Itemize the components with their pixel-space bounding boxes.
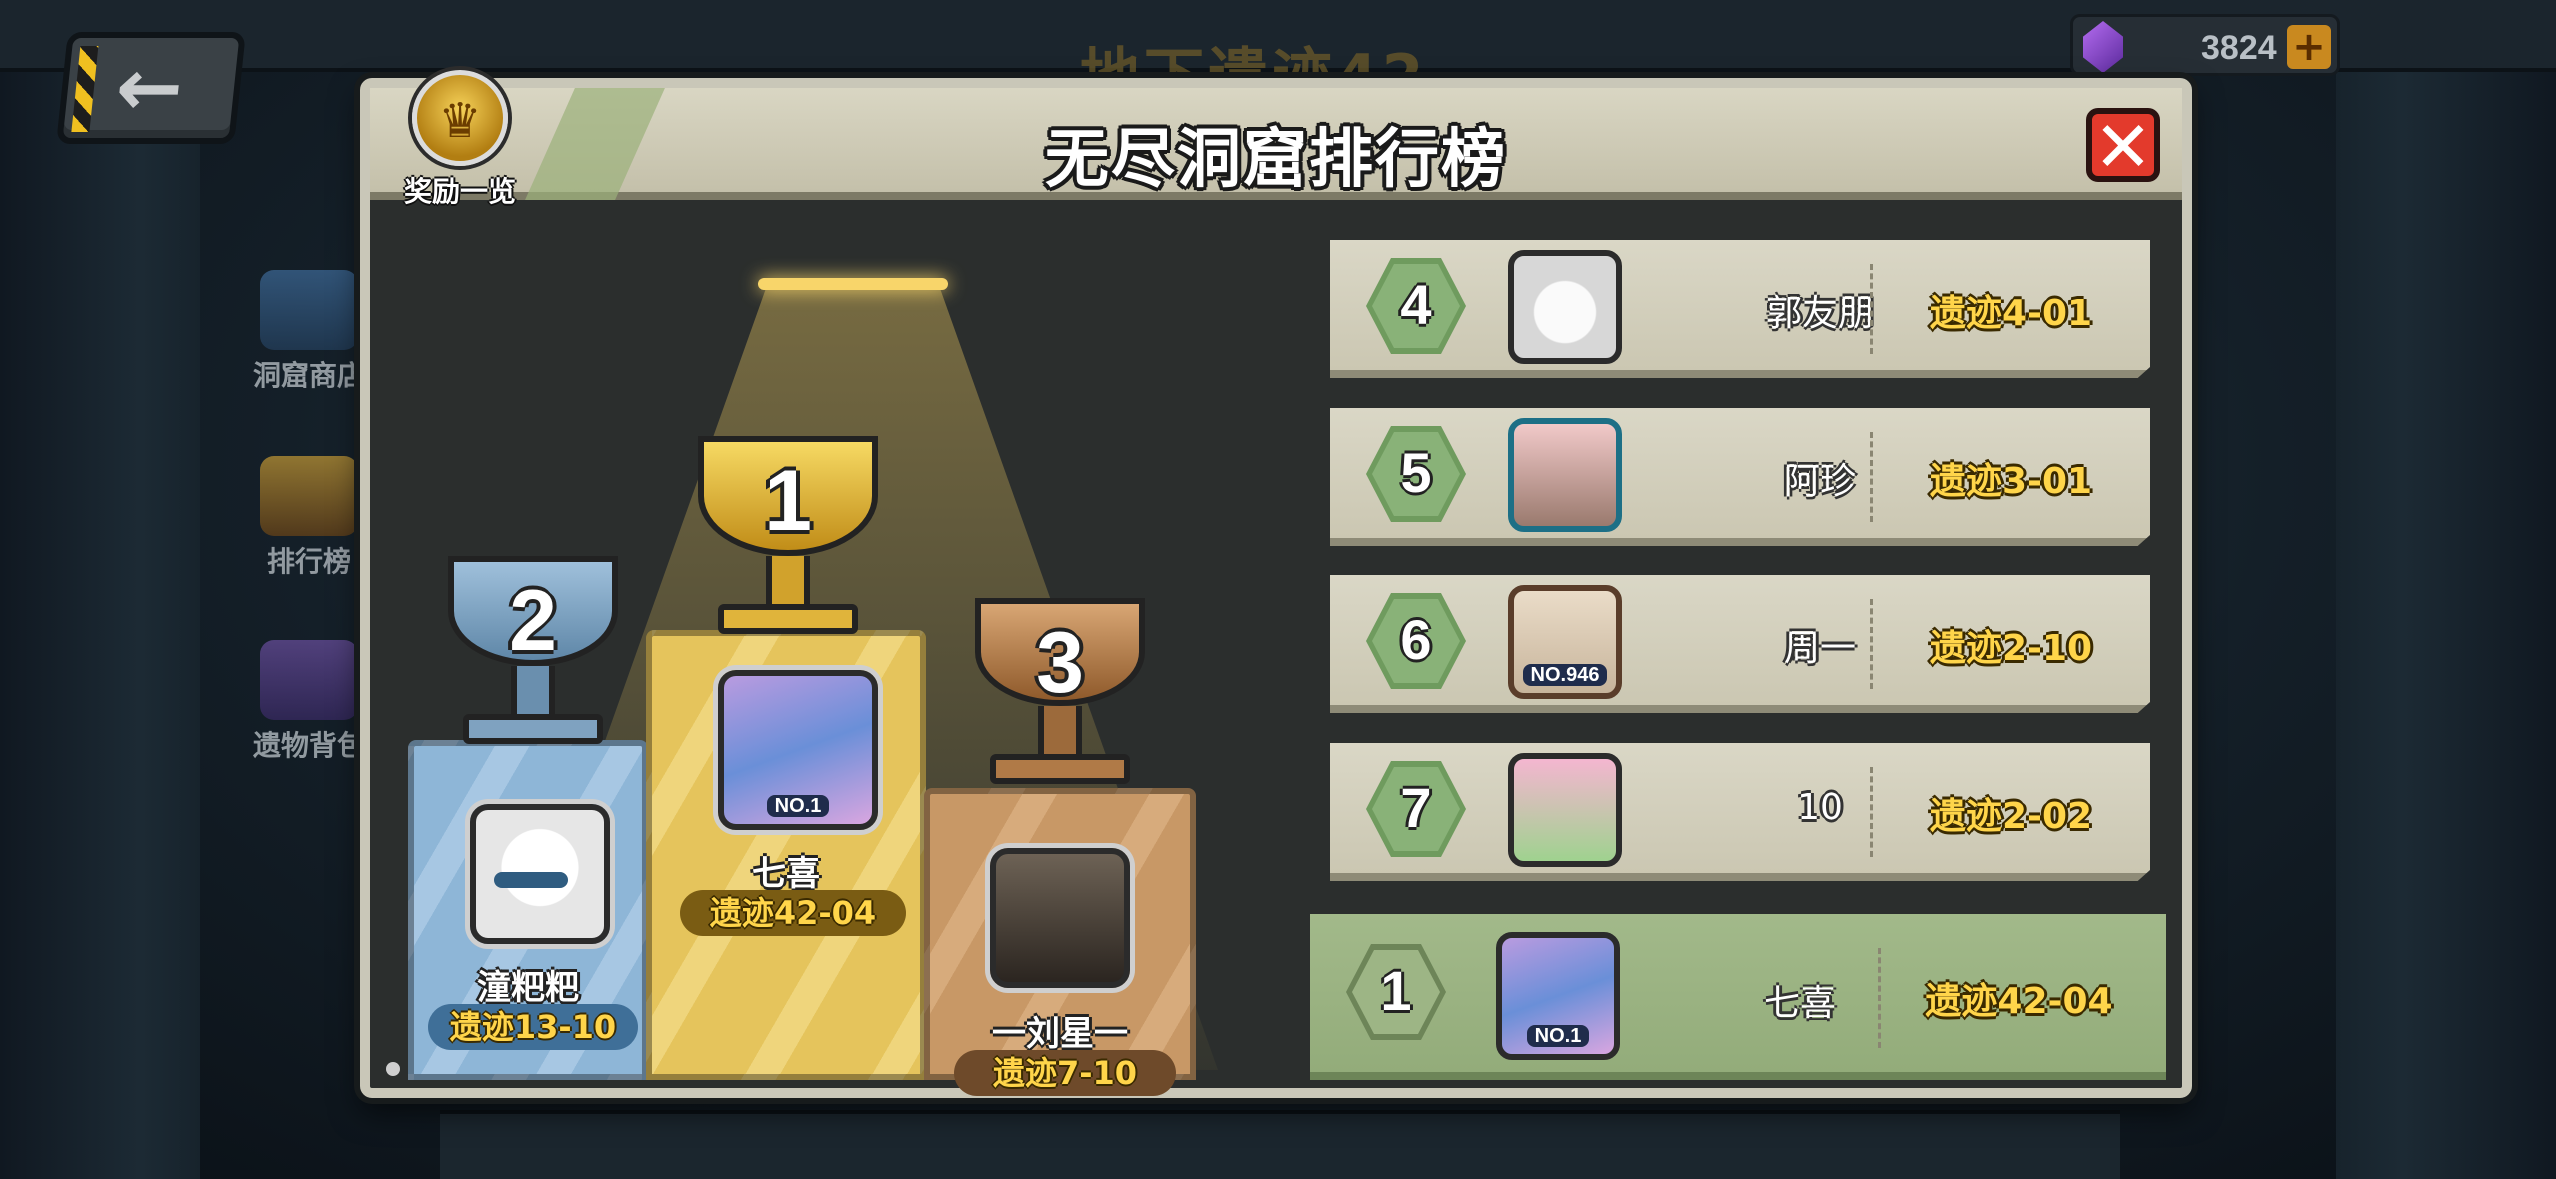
avatar[interactable] bbox=[1508, 753, 1622, 867]
modal-title: 无尽洞窟排行榜 bbox=[1045, 123, 1507, 197]
rank-row-6[interactable]: 6 NO.946 周一 遗迹2-10 bbox=[1330, 575, 2150, 713]
podium-second-name: 潼粑粑 bbox=[477, 968, 579, 1008]
podium-first-score: 遗迹42-04 bbox=[680, 890, 906, 936]
cave-wall-left bbox=[0, 0, 200, 1179]
avatar-second[interactable] bbox=[470, 804, 610, 944]
add-currency-button[interactable]: + bbox=[2287, 25, 2331, 69]
leaderboard-modal: 无尽洞窟排行榜 ✕ ♛ 奖励一览 2 潼粑粑 遗迹13-10 1 NO.1 七喜… bbox=[360, 70, 2192, 1098]
hazard-stripes bbox=[71, 46, 99, 132]
modal-header: 无尽洞窟排行榜 ✕ bbox=[370, 88, 2182, 200]
avatar-first[interactable]: NO.1 bbox=[718, 670, 878, 830]
rank-hex: 5 bbox=[1366, 426, 1466, 522]
rewards-overview-button[interactable]: ♛ 奖励一览 bbox=[390, 70, 530, 220]
currency-value: 3824 bbox=[2201, 29, 2277, 67]
basket-icon bbox=[260, 270, 358, 350]
back-arrow-icon: ← bbox=[111, 41, 188, 134]
divider bbox=[1878, 948, 1881, 1048]
player-score: 遗迹2-02 bbox=[1929, 796, 2093, 837]
bronze-trophy-icon: 3 bbox=[960, 598, 1160, 784]
divider bbox=[1870, 432, 1873, 522]
podium-third-score: 遗迹7-10 bbox=[954, 1050, 1176, 1096]
backpack-icon bbox=[260, 640, 358, 720]
rank-row-5[interactable]: 5 阿珍 遗迹3-01 bbox=[1330, 408, 2150, 546]
trophy-rank-number: 2 bbox=[509, 573, 557, 669]
podium-first-name: 七喜 bbox=[752, 854, 820, 894]
side-menu-label: 洞窟商店 bbox=[252, 359, 365, 392]
close-button[interactable]: ✕ bbox=[2086, 106, 2160, 188]
trophy-rank-number: 3 bbox=[1036, 615, 1084, 711]
side-menu-label: 遗物背包 bbox=[252, 729, 365, 762]
avatar[interactable] bbox=[1508, 418, 1622, 532]
no-badge: NO.1 bbox=[724, 795, 872, 818]
side-menu-leaderboard[interactable]: 排行榜 bbox=[244, 456, 374, 580]
rank-hex: 4 bbox=[1366, 258, 1466, 354]
avatar[interactable]: NO.946 bbox=[1508, 585, 1622, 699]
side-menu-cave-shop[interactable]: 洞窟商店 bbox=[244, 270, 374, 394]
no-badge: NO.1 bbox=[1502, 1025, 1614, 1048]
podium-third-name: 一刘星一 bbox=[992, 1014, 1128, 1054]
gold-trophy-icon: 1 bbox=[688, 436, 888, 634]
side-menu-label: 排行榜 bbox=[266, 545, 351, 578]
rewards-badge: ♛ bbox=[412, 70, 508, 166]
my-rank-row[interactable]: 1 NO.1 七喜 遗迹42-04 bbox=[1310, 914, 2166, 1080]
gem-icon bbox=[2083, 21, 2123, 73]
player-score: 遗迹3-01 bbox=[1929, 461, 2093, 502]
rank-row-7[interactable]: 7 10 遗迹2-02 bbox=[1330, 743, 2150, 881]
bottom-panel bbox=[440, 1110, 2120, 1179]
rank-row-4[interactable]: 4 郭友朋 遗迹4-01 bbox=[1330, 240, 2150, 378]
currency-display: 3824 + bbox=[2070, 14, 2340, 76]
player-score: 遗迹42-04 bbox=[1925, 981, 2113, 1022]
avatar-third[interactable] bbox=[990, 848, 1130, 988]
spotlight-lamp bbox=[758, 278, 948, 290]
podium-second-score: 遗迹13-10 bbox=[428, 1004, 638, 1050]
rank-hex: 6 bbox=[1366, 593, 1466, 689]
close-icon: ✕ bbox=[2093, 106, 2153, 188]
player-score: 遗迹2-10 bbox=[1929, 628, 2093, 669]
podium-area: 2 潼粑粑 遗迹13-10 1 NO.1 七喜 遗迹42-04 3 一刘星一 遗… bbox=[388, 200, 1288, 1096]
corner-rivet bbox=[386, 1062, 400, 1076]
back-button[interactable]: ← bbox=[56, 32, 246, 144]
side-menu-relic-bag[interactable]: 遗物背包 bbox=[244, 640, 374, 764]
trophy-icon bbox=[260, 456, 358, 536]
crown-trophy-icon: ♛ bbox=[438, 93, 482, 149]
cave-wall-right bbox=[2336, 0, 2556, 1179]
divider bbox=[1870, 767, 1873, 857]
avatar[interactable] bbox=[1508, 250, 1622, 364]
rank-hex: 7 bbox=[1366, 761, 1466, 857]
divider bbox=[1870, 264, 1873, 354]
player-score: 遗迹4-01 bbox=[1929, 293, 2093, 334]
silver-trophy-icon: 2 bbox=[438, 556, 628, 744]
no-badge: NO.946 bbox=[1514, 664, 1616, 687]
divider bbox=[1870, 599, 1873, 689]
avatar[interactable]: NO.1 bbox=[1496, 932, 1620, 1060]
trophy-rank-number: 1 bbox=[764, 453, 812, 549]
rank-hex: 1 bbox=[1346, 944, 1446, 1040]
